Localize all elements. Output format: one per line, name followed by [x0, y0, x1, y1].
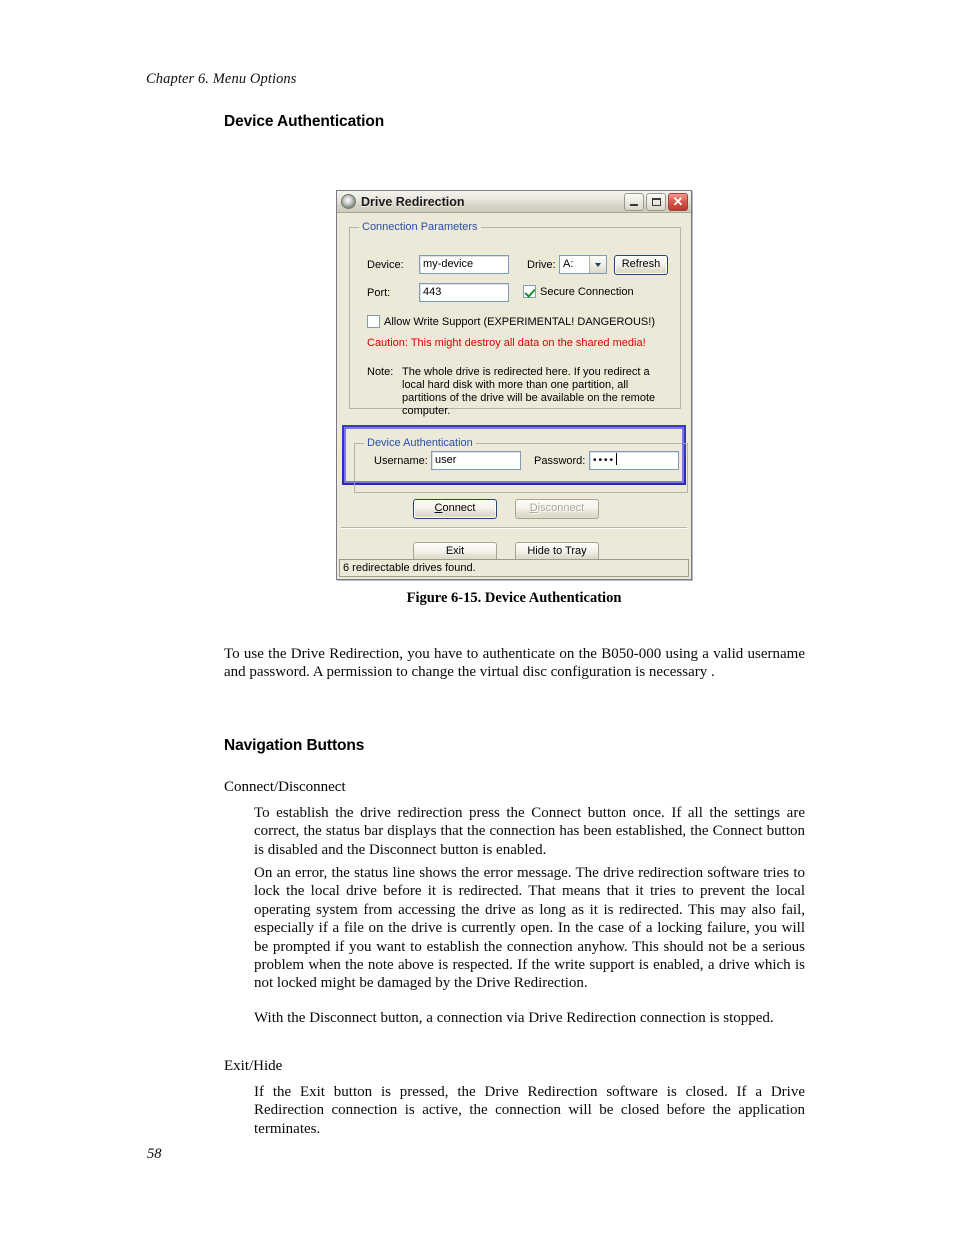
- username-label: Username:: [374, 455, 428, 467]
- term-connect-disconnect: Connect/Disconnect: [224, 779, 346, 795]
- secure-connection-checkbox[interactable]: Secure Connection: [523, 285, 634, 298]
- chevron-down-icon[interactable]: [589, 256, 606, 273]
- status-bar: 6 redirectable drives found.: [339, 559, 689, 577]
- connect-button-label-rest: onnect: [442, 502, 476, 514]
- dialog-body: Connection Parameters Device: my-device …: [337, 213, 691, 579]
- minimize-icon[interactable]: [624, 192, 644, 211]
- paragraph-connect: To establish the drive redirection press…: [254, 805, 805, 858]
- drive-select-value: A:: [563, 258, 574, 270]
- paragraph-error: On an error, the status line shows the e…: [254, 865, 805, 992]
- checkbox-unchecked-icon: [367, 315, 380, 328]
- device-authentication-highlight: Device Authentication Username: user Pas…: [342, 425, 688, 493]
- username-input[interactable]: user: [431, 451, 521, 470]
- intro-paragraph: To use the Drive Redirection, you have t…: [224, 646, 805, 681]
- navigation-buttons-heading: Navigation Buttons: [224, 737, 365, 754]
- allow-write-support-checkbox[interactable]: Allow Write Support (EXPERIMENTAL! DANGE…: [367, 315, 655, 328]
- password-label: Password:: [534, 455, 586, 467]
- running-head: Chapter 6. Menu Options: [146, 71, 297, 87]
- page-section-heading: Device Authentication: [224, 113, 385, 130]
- term-exit-hide: Exit/Hide: [224, 1058, 283, 1074]
- figure-caption: Figure 6-15. Device Authentication: [406, 590, 622, 606]
- manual-page: Chapter 6. Menu Options Device Authentic…: [0, 0, 954, 1235]
- text-caret: [616, 453, 618, 465]
- secure-connection-label: Secure Connection: [540, 285, 634, 298]
- paragraph-disconnect: With the Disconnect button, a connection…: [254, 1010, 774, 1026]
- allow-write-support-label: Allow Write Support (EXPERIMENTAL! DANGE…: [384, 315, 655, 328]
- drive-label: Drive:: [527, 259, 556, 271]
- device-input[interactable]: my-device: [419, 255, 509, 274]
- port-input[interactable]: 443: [419, 283, 509, 302]
- disc-icon: [341, 194, 356, 209]
- dialog-title: Drive Redirection: [361, 194, 465, 209]
- drive-select[interactable]: A:: [559, 255, 607, 274]
- close-icon[interactable]: ✕: [668, 192, 688, 211]
- paragraph-exit: If the Exit button is pressed, the Drive…: [254, 1084, 805, 1137]
- connect-button[interactable]: Connect: [413, 499, 497, 519]
- port-label: Port:: [367, 287, 391, 299]
- disconnect-button-label-rest: isconnect: [537, 502, 585, 514]
- disconnect-button: Disconnect: [515, 499, 599, 519]
- device-label: Device:: [367, 259, 404, 271]
- window-controls: ✕: [624, 192, 688, 211]
- caution-text: Caution: This might destroy all data on …: [367, 337, 646, 349]
- refresh-button[interactable]: Refresh: [614, 255, 668, 275]
- note-label: Note:: [367, 366, 394, 378]
- dialog-titlebar[interactable]: Drive Redirection ✕: [337, 191, 691, 213]
- page-number: 58: [147, 1146, 162, 1162]
- device-authentication-legend: Device Authentication: [364, 437, 476, 449]
- checkbox-checked-icon: [523, 285, 536, 298]
- divider-1: [341, 527, 687, 529]
- connection-parameters-legend: Connection Parameters: [359, 221, 481, 233]
- note-text: The whole drive is redirected here. If y…: [402, 366, 656, 417]
- password-input[interactable]: ••••: [589, 451, 679, 470]
- drive-redirection-dialog: Drive Redirection ✕ Connection Parameter…: [336, 190, 692, 580]
- maximize-icon[interactable]: [646, 192, 666, 211]
- password-mask: ••••: [593, 455, 616, 466]
